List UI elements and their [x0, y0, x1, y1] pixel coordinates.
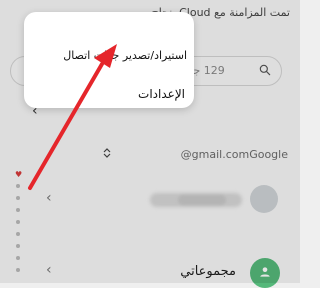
menu-item-import-export[interactable]: استيراد/تصدير جهات اتصال — [63, 49, 187, 62]
overflow-menu: استيراد/تصدير جهات اتصال الإعدادات — [24, 12, 194, 108]
menu-item-settings[interactable]: الإعدادات — [138, 87, 185, 101]
